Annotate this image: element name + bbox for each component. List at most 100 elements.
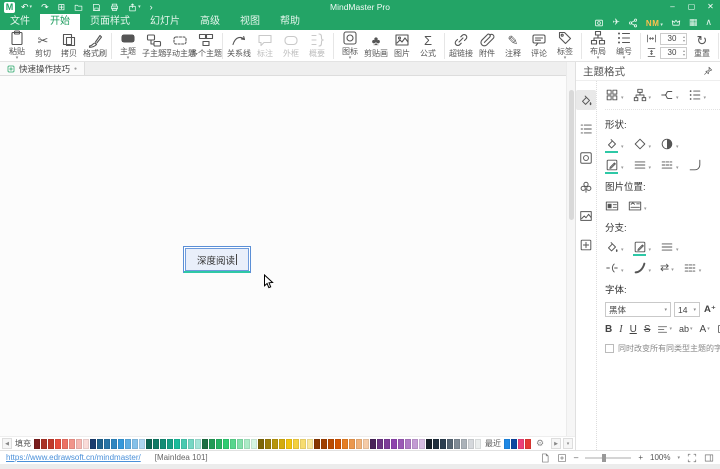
tab-advanced[interactable]: 高级 [190,14,230,30]
image-left-button[interactable] [605,199,619,213]
underline-button[interactable]: U [630,324,637,335]
color-swatch[interactable] [454,439,460,449]
palette-expand-button[interactable]: ▾ [563,438,573,449]
tab-slides[interactable]: 幻灯片 [140,14,190,30]
border-dash-dropdown[interactable]: ▾ [660,158,679,172]
page-icon[interactable] [540,453,550,463]
horizontal-spacing-input[interactable]: 30 ▴▾ [660,33,687,45]
color-swatch[interactable] [181,439,187,449]
color-swatch[interactable] [504,439,510,449]
color-swatch[interactable] [258,439,264,449]
color-swatch[interactable] [41,439,47,449]
zoom-in-button[interactable]: + [638,453,643,462]
color-swatch[interactable] [349,439,355,449]
paste-button[interactable]: 粘贴 ▾ [4,31,30,60]
color-swatch[interactable] [468,439,474,449]
numbering-dropdown[interactable]: ▾ [688,88,707,102]
color-swatch[interactable] [146,439,152,449]
italic-button[interactable]: I [619,324,622,335]
color-swatch[interactable] [244,439,250,449]
zoom-slider-thumb[interactable] [602,454,606,462]
tag-button[interactable]: 标签 ▾ [552,31,578,60]
color-swatch[interactable] [216,439,222,449]
layout-button[interactable]: 布局 ▾ [585,31,611,60]
border-color-dropdown[interactable]: ▾ [605,158,624,172]
formula-button[interactable]: Σ 公式 [415,33,441,58]
border-width-dropdown[interactable]: ▾ [633,158,652,172]
theme-style-tab[interactable] [576,90,596,110]
strikethrough-button[interactable]: S [644,324,651,335]
branch-color-dropdown[interactable]: ▾ [633,240,652,254]
multiple-topics-button[interactable]: 多个主题 [193,33,219,58]
color-swatch[interactable] [195,439,201,449]
color-swatch[interactable] [69,439,75,449]
color-swatch[interactable] [111,439,117,449]
branch-width-dropdown[interactable]: ▾ [660,240,679,254]
color-swatch[interactable] [335,439,341,449]
color-swatch[interactable] [419,439,425,449]
color-swatch[interactable] [525,439,531,449]
note-button[interactable]: ✎ 注释 [500,33,526,58]
color-swatch[interactable] [160,439,166,449]
color-swatch[interactable] [153,439,159,449]
new-document-button[interactable]: ⊞ [58,3,66,12]
highlight-dropdown[interactable]: ab▾ [679,324,693,335]
vertical-spacing-input[interactable]: 30 ▴▾ [660,47,687,59]
cut-button[interactable]: ✂ 剪切 [30,33,56,58]
zoom-value[interactable]: 100% [650,453,670,462]
color-swatch[interactable] [426,439,432,449]
relationship-button[interactable]: 关系线 [226,33,252,58]
picture-button[interactable]: 图片 [389,33,415,58]
branch-fill-dropdown[interactable]: ▾ [605,240,624,254]
color-swatch[interactable] [314,439,320,449]
copy-button[interactable]: 拷贝 [56,33,82,58]
color-swatch[interactable] [251,439,257,449]
tab-page-style[interactable]: 页面样式 [80,14,140,30]
increase-font-button[interactable]: A⁺ [703,304,717,315]
color-swatch[interactable] [34,439,40,449]
help-link[interactable]: https://www.edrawsoft.cn/mindmaster/ [6,453,141,462]
color-swatch[interactable] [104,439,110,449]
color-swatch[interactable] [55,439,61,449]
color-swatch[interactable] [391,439,397,449]
share-plane-icon[interactable]: ✈ [612,17,620,28]
callout-button[interactable]: 标注 [252,33,278,58]
corner-round-button[interactable] [688,158,702,172]
palette-scroll-right-button[interactable]: ▶ [551,438,561,449]
color-swatch[interactable] [461,439,467,449]
color-swatch[interactable] [412,439,418,449]
tab-home[interactable]: 开始 [40,14,80,30]
color-swatch[interactable] [518,439,524,449]
color-swatch[interactable] [272,439,278,449]
share-nodes-icon[interactable] [628,18,638,28]
redo-button[interactable]: ↷ [41,3,49,12]
boundary-button[interactable]: 外框 [278,33,304,58]
color-swatch[interactable] [440,439,446,449]
color-swatch[interactable] [433,439,439,449]
icon-library-tab[interactable] [576,148,596,168]
color-swatch[interactable] [293,439,299,449]
document-tab[interactable]: 快速操作技巧 ● [0,62,85,75]
save-button[interactable] [92,3,101,12]
hyperlink-button[interactable]: 超链接 [448,33,474,58]
structure-dropdown[interactable]: ▾ [633,88,652,102]
tab-close-icon[interactable]: ● [74,66,77,72]
scrollbar-thumb[interactable] [569,90,574,220]
maximize-button[interactable]: ▢ [682,0,701,14]
color-swatch[interactable] [475,439,481,449]
pin-icon[interactable] [703,66,713,76]
apply-all-checkbox[interactable] [605,344,614,353]
shape-type-dropdown[interactable]: ▾ [633,137,652,151]
numbering-button[interactable]: 编号 ▾ [611,31,637,60]
shape-fill-color-dropdown[interactable]: ▾ [605,137,624,151]
export-button[interactable]: ▾ [128,3,141,12]
palette-scroll-left-button[interactable]: ◀ [2,438,12,449]
comment-button[interactable]: 评论 [526,33,552,58]
zoom-slider[interactable] [585,457,631,459]
shape-effect-dropdown[interactable]: ▾ [660,137,679,151]
tab-help[interactable]: 帮助 [270,14,310,30]
zoom-caret-icon[interactable]: ▾ [677,455,680,461]
color-swatch[interactable] [286,439,292,449]
mindmap-canvas[interactable]: 深度阅读 [0,76,566,436]
color-swatch[interactable] [139,439,145,449]
